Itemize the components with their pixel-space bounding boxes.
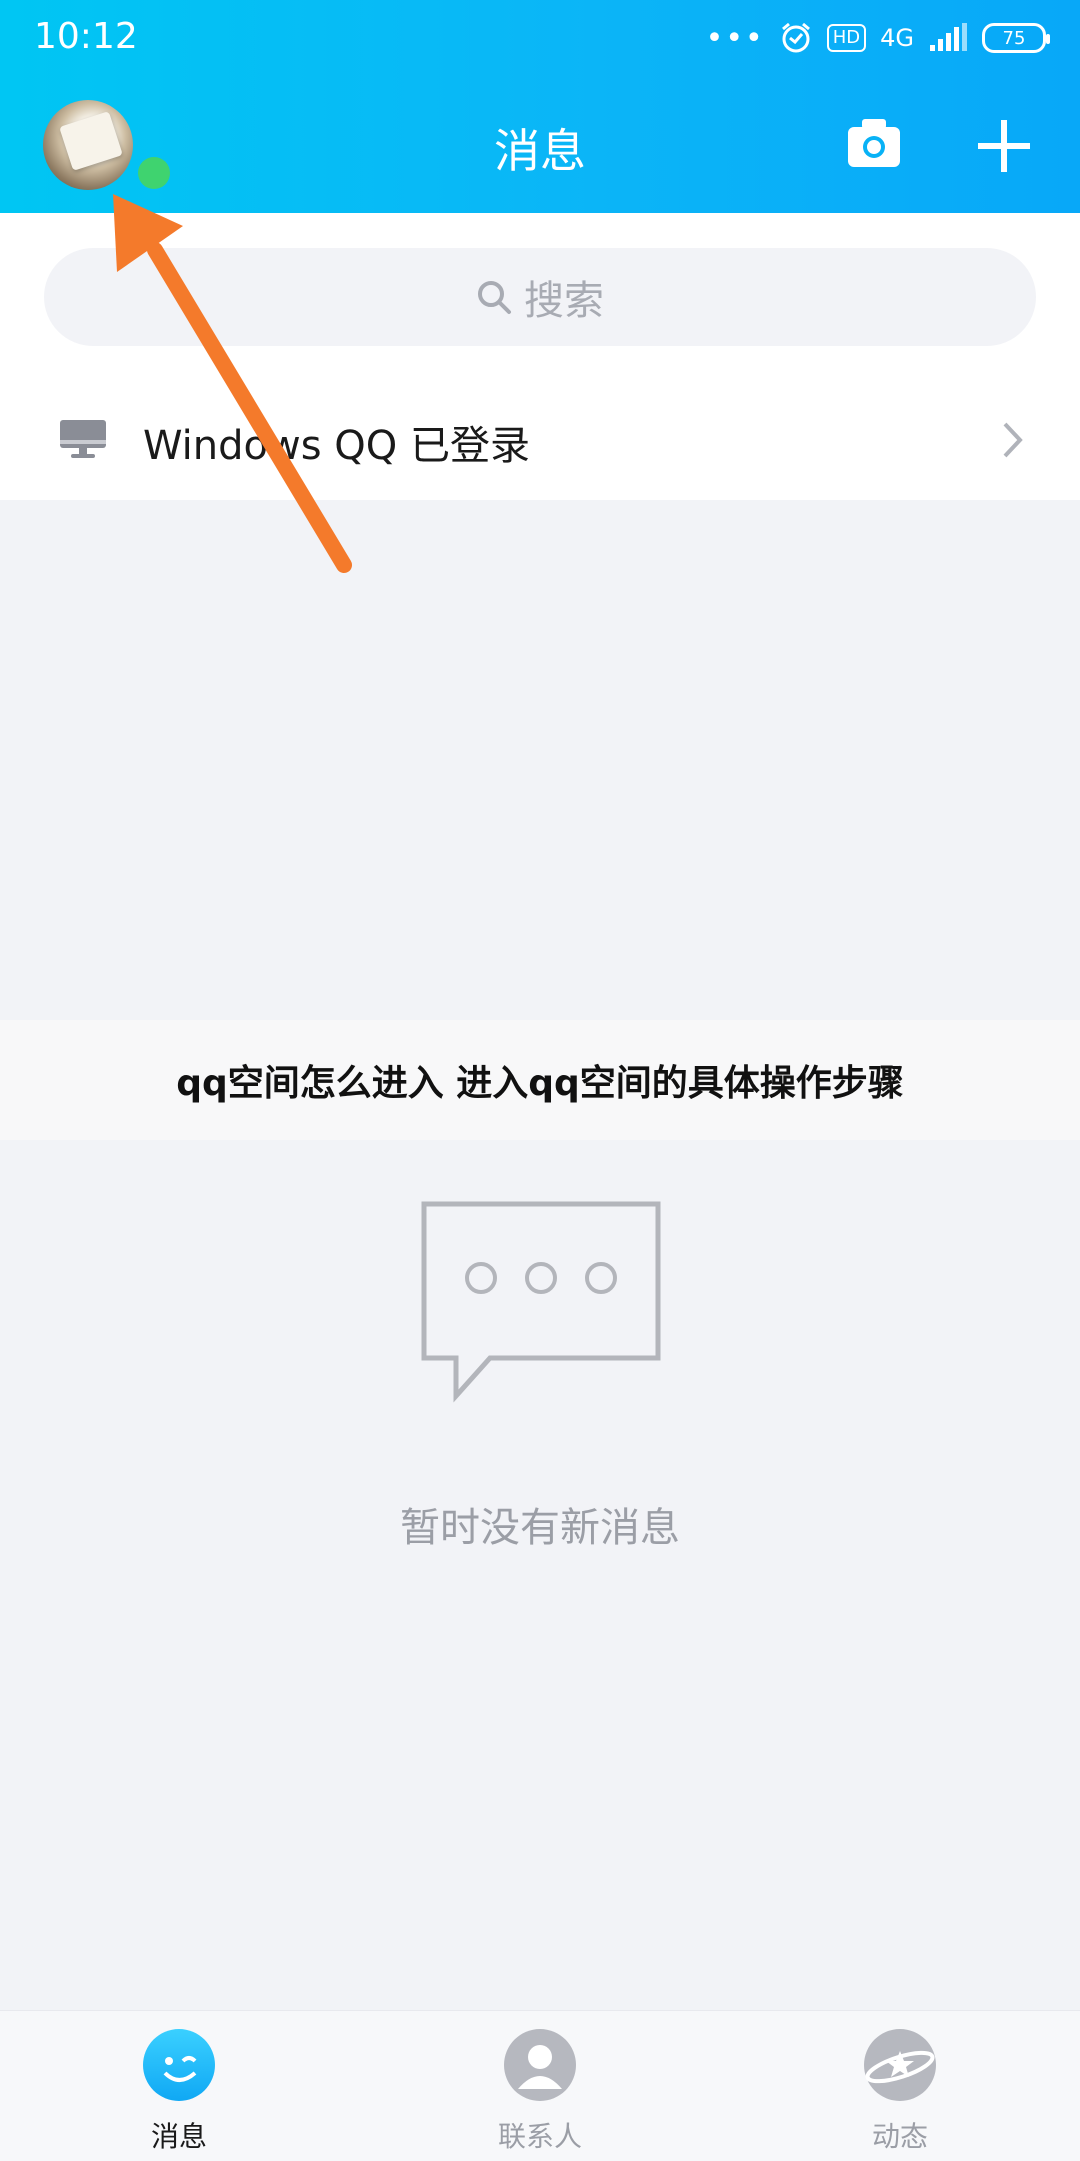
tab-moments[interactable]: 动态 [800, 2029, 1000, 2155]
device-login-row[interactable]: Windows QQ 已登录 [0, 395, 1080, 485]
search-bar[interactable]: 搜索 [44, 248, 1036, 346]
bottom-navigation: 消息 联系人 动态 [0, 2010, 1080, 2161]
chat-bubble-icon [421, 1201, 661, 1403]
signal-icon [930, 23, 967, 51]
device-login-label: Windows QQ 已登录 [143, 423, 530, 469]
tab-contacts[interactable]: 联系人 [440, 2029, 640, 2155]
page-title: 消息 [494, 124, 586, 178]
tab-messages-label: 消息 [150, 2120, 207, 2153]
search-icon [478, 281, 511, 314]
article-title-banner: qq空间怎么进入 进入qq空间的具体操作步骤 [0, 1020, 1080, 1140]
app-header: 10:12 ••• HD 4G 75 消息 [0, 0, 1080, 213]
tab-contacts-label: 联系人 [497, 2120, 582, 2153]
contacts-icon [504, 2029, 576, 2101]
tab-moments-label: 动态 [871, 2120, 928, 2153]
moments-icon [864, 2029, 936, 2101]
alarm-icon [781, 22, 810, 53]
message-icon [143, 2029, 215, 2101]
status-time: 10:12 [34, 16, 138, 57]
plus-icon[interactable] [976, 118, 1032, 174]
tab-messages[interactable]: 消息 [79, 2029, 279, 2155]
more-dots-icon: ••• [705, 20, 765, 56]
chevron-right-icon [1003, 422, 1023, 458]
empty-state-text: 暂时没有新消息 [400, 1505, 680, 1551]
camera-icon[interactable] [846, 117, 902, 169]
status-icons: ••• HD 4G 75 [705, 18, 1050, 58]
battery-indicator: 75 [982, 23, 1050, 53]
search-placeholder: 搜索 [524, 278, 604, 324]
hd-badge: HD [826, 24, 867, 52]
desktop-computer-icon [60, 420, 106, 458]
banner-text: qq空间怎么进入 进入qq空间的具体操作步骤 [176, 1063, 904, 1104]
network-label: 4G [880, 24, 914, 52]
